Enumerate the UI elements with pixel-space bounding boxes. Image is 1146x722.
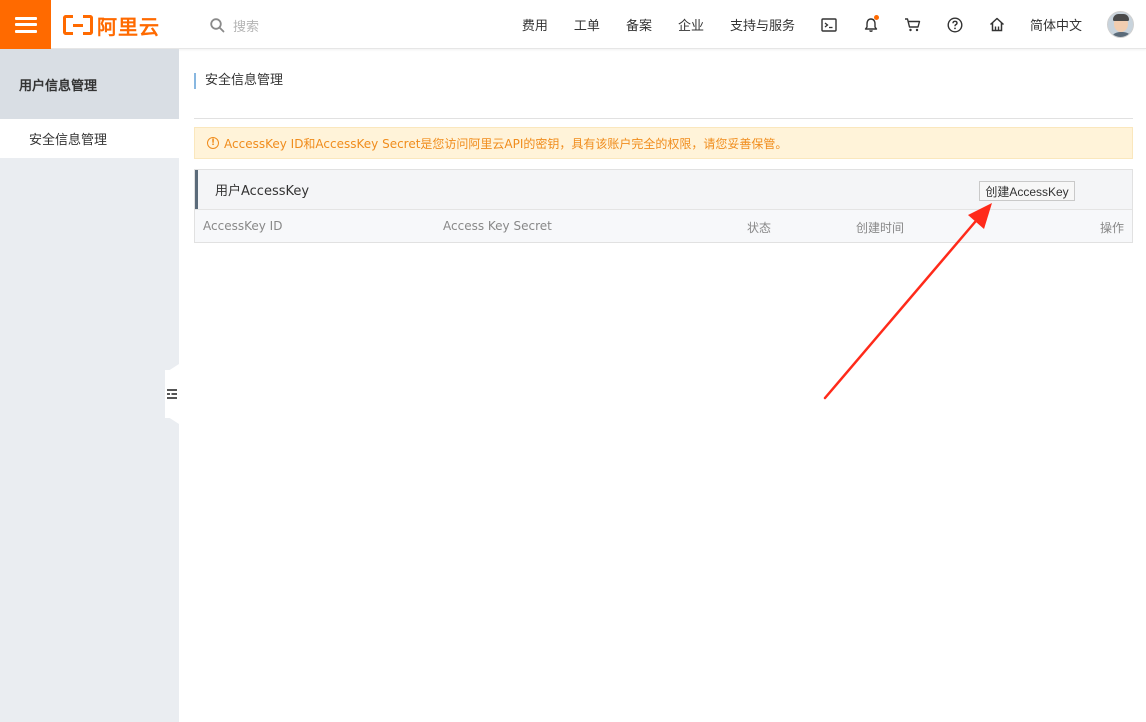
column-created-time: 创建时间 xyxy=(856,221,905,235)
notification-dot xyxy=(873,15,879,20)
search-box[interactable]: 搜索 xyxy=(210,15,259,35)
column-status: 状态 xyxy=(747,221,772,235)
hamburger-icon xyxy=(14,16,37,33)
page-title: 安全信息管理 xyxy=(194,73,283,89)
nav-tickets[interactable]: 工单 xyxy=(561,15,613,34)
notification-button[interactable] xyxy=(850,0,892,49)
terminal-button[interactable] xyxy=(808,0,850,49)
search-placeholder: 搜索 xyxy=(233,19,260,35)
hamburger-menu-button[interactable] xyxy=(0,0,51,49)
warning-icon: ! xyxy=(207,137,219,149)
home-icon xyxy=(989,17,1004,32)
sidebar: 用户信息管理 安全信息管理 xyxy=(0,49,179,722)
help-button[interactable] xyxy=(934,0,976,49)
terminal-icon xyxy=(821,17,837,32)
nav-enterprise[interactable]: 企业 xyxy=(665,15,717,34)
create-accesskey-button[interactable]: 创建AccessKey xyxy=(979,181,1075,201)
search-icon xyxy=(210,17,225,32)
accesskey-panel-title: 用户AccessKey xyxy=(215,184,310,199)
main-content: 安全信息管理 ! AccessKey ID和AccessKey Secret是您… xyxy=(179,49,1146,722)
security-warning-banner: ! AccessKey ID和AccessKey Secret是您访问阿里云AP… xyxy=(194,127,1133,159)
aliyun-logo-mark-icon xyxy=(63,15,93,35)
sidebar-item-security-info[interactable]: 安全信息管理 xyxy=(0,119,179,158)
aliyun-logo[interactable]: 阿里云 xyxy=(63,12,160,39)
cart-button[interactable] xyxy=(892,0,934,49)
cart-icon xyxy=(905,18,921,32)
accesskey-table-header: AccessKey ID Access Key Secret 状态 创建时间 操… xyxy=(195,209,1132,242)
column-accesskey-secret: Access Key Secret xyxy=(443,219,552,233)
accesskey-panel: 用户AccessKey 创建AccessKey AccessKey ID Acc… xyxy=(194,169,1133,243)
collapse-menu-icon xyxy=(167,389,177,399)
sidebar-title: 用户信息管理 xyxy=(0,49,179,119)
top-nav-links: 费用 工单 备案 企业 支持与服务 简体中文 xyxy=(509,0,1146,49)
nav-support-services[interactable]: 支持与服务 xyxy=(717,15,808,34)
user-avatar[interactable] xyxy=(1107,11,1134,38)
warning-text: AccessKey ID和AccessKey Secret是您访问阿里云API的… xyxy=(224,136,788,151)
nav-icp-filing[interactable]: 备案 xyxy=(613,15,665,34)
column-accesskey-id: AccessKey ID xyxy=(203,219,283,233)
logo-text: 阿里云 xyxy=(97,14,160,39)
accesskey-panel-header: 用户AccessKey 创建AccessKey xyxy=(195,170,1132,209)
top-navigation-bar: 阿里云 搜索 费用 工单 备案 企业 支持与服务 简体中文 xyxy=(0,0,1146,49)
sidebar-collapse-handle[interactable] xyxy=(165,370,179,418)
nav-billing[interactable]: 费用 xyxy=(509,15,561,34)
language-switcher[interactable]: 简体中文 xyxy=(1018,15,1095,34)
column-actions: 操作 xyxy=(1100,221,1125,235)
help-icon xyxy=(947,16,963,33)
home-button[interactable] xyxy=(976,0,1018,49)
title-divider xyxy=(194,118,1133,119)
